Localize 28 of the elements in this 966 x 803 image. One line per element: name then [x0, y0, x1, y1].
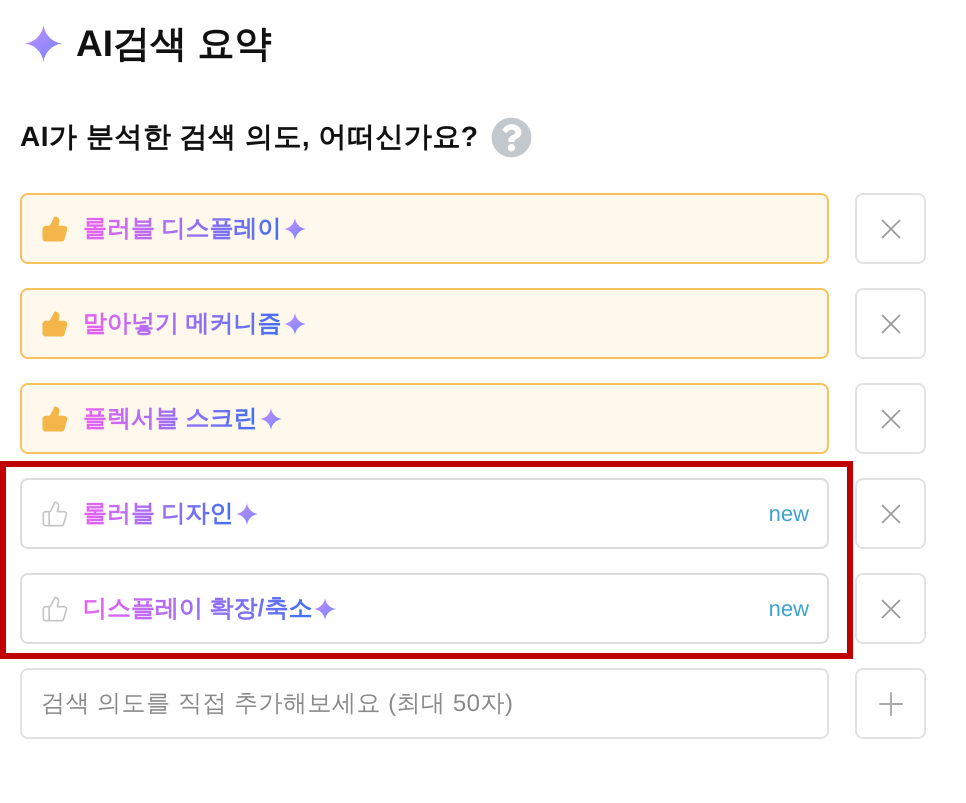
new-label: new	[768, 598, 809, 620]
thumbs-up-icon[interactable]	[41, 404, 69, 432]
thumbs-up-icon[interactable]	[41, 500, 69, 528]
sparkle-icon	[284, 312, 306, 334]
intent-input[interactable]: 검색 의도를 직접 추가해보세요 (최대 50자)	[20, 668, 829, 739]
intent-chip[interactable]: 롤러블 디자인 new	[20, 478, 829, 549]
sparkle-icon	[25, 24, 62, 62]
remove-button[interactable]	[855, 478, 926, 549]
thumbs-up-icon[interactable]	[41, 214, 69, 242]
intent-chip[interactable]: 플렉서블 스크린	[20, 383, 829, 454]
thumbs-up-icon[interactable]	[41, 310, 69, 338]
intent-chip[interactable]: 디스플레이 확장/축소 new	[20, 573, 829, 644]
sparkle-icon	[284, 218, 306, 240]
remove-button[interactable]	[855, 383, 926, 454]
intent-chip[interactable]: 롤러블 디스플레이	[20, 193, 829, 264]
new-label: new	[768, 502, 809, 524]
help-icon[interactable]	[490, 116, 532, 158]
question-text: AI가 분석한 검색 의도, 어떠신가요?	[20, 123, 478, 151]
intent-chip[interactable]: 말아넣기 메커니즘	[20, 288, 829, 359]
remove-button[interactable]	[855, 573, 926, 644]
remove-button[interactable]	[855, 288, 926, 359]
sparkle-icon	[314, 598, 336, 620]
section-title: AI검색 요약	[76, 24, 272, 62]
remove-button[interactable]	[855, 193, 926, 264]
sparkle-icon	[236, 502, 258, 524]
sparkle-icon	[260, 408, 282, 430]
add-button[interactable]	[855, 668, 926, 739]
thumbs-up-icon[interactable]	[41, 594, 69, 622]
